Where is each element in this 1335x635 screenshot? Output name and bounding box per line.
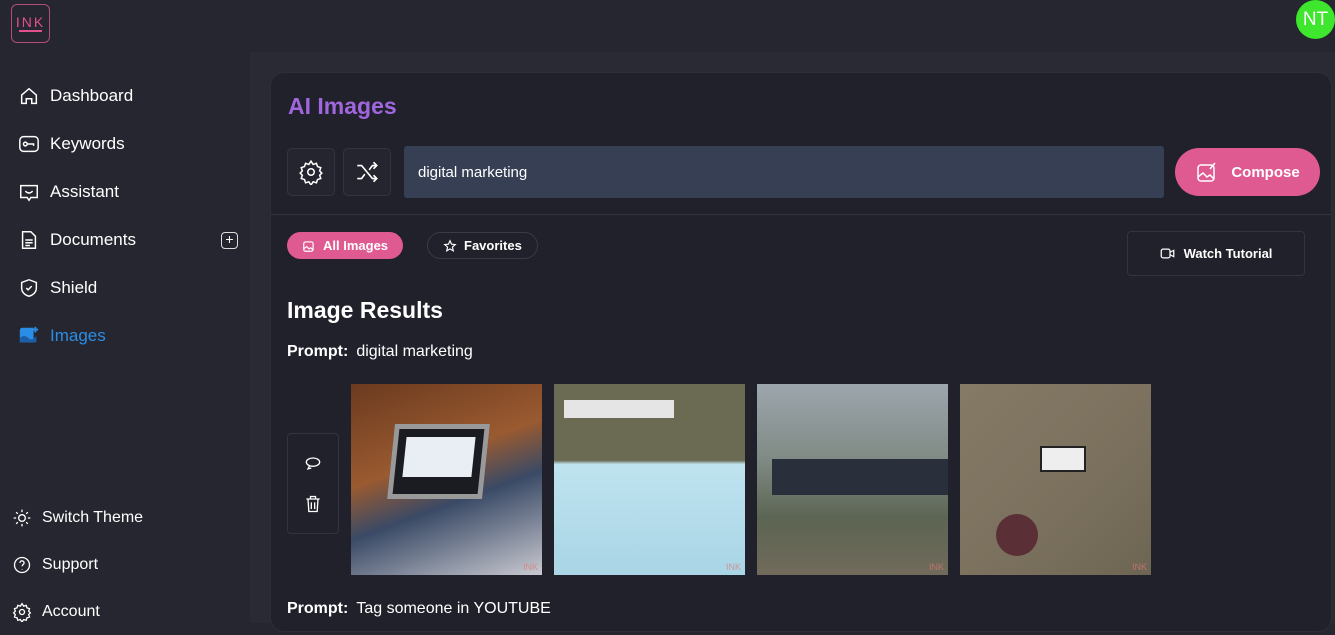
sidebar-item-documents[interactable]: Documents + bbox=[0, 216, 250, 264]
main-panel: AI Images Compose All Images Favorites W… bbox=[270, 72, 1332, 632]
switch-theme-label: Switch Theme bbox=[42, 508, 144, 526]
sidebar-item-label: Keywords bbox=[50, 134, 125, 153]
compose-button[interactable]: Compose bbox=[1175, 148, 1320, 196]
sidebar-item-shield[interactable]: Shield bbox=[0, 264, 250, 312]
switch-theme-button[interactable]: Switch Theme bbox=[0, 494, 250, 541]
watermark: INK bbox=[928, 562, 944, 572]
account-button[interactable]: Account bbox=[0, 588, 250, 635]
tutorial-label: Watch Tutorial bbox=[1183, 246, 1273, 261]
sidebar: Dashboard Keywords Assistant Documents + … bbox=[0, 72, 250, 360]
prompt-text: digital marketing bbox=[356, 343, 473, 360]
watermark: INK bbox=[1131, 562, 1147, 572]
settings-button[interactable] bbox=[287, 148, 335, 196]
prompt-input[interactable] bbox=[404, 146, 1164, 198]
account-label: Account bbox=[42, 602, 100, 620]
sidebar-item-keywords[interactable]: Keywords bbox=[0, 120, 250, 168]
chat-icon bbox=[20, 184, 38, 202]
prompt-label: Prompt: bbox=[287, 600, 349, 617]
generated-image[interactable]: INK bbox=[960, 384, 1151, 575]
sidebar-item-assistant[interactable]: Assistant bbox=[0, 168, 250, 216]
trash-icon[interactable] bbox=[303, 494, 323, 514]
watch-tutorial-button[interactable]: Watch Tutorial bbox=[1127, 231, 1305, 276]
divider bbox=[271, 214, 1331, 215]
tab-all-images[interactable]: All Images bbox=[287, 232, 404, 259]
support-button[interactable]: Support bbox=[0, 541, 250, 588]
compose-label: Compose bbox=[1231, 163, 1300, 181]
sidebar-item-label: Assistant bbox=[50, 182, 119, 201]
compose-icon bbox=[1197, 162, 1216, 182]
watermark: INK bbox=[522, 562, 538, 572]
sidebar-item-dashboard[interactable]: Dashboard bbox=[0, 72, 250, 120]
image-icon bbox=[303, 240, 314, 252]
home-icon bbox=[20, 87, 38, 105]
prompt-label: Prompt: bbox=[287, 343, 349, 360]
generated-image[interactable]: INK bbox=[351, 384, 542, 575]
key-icon bbox=[19, 135, 39, 153]
support-label: Support bbox=[42, 555, 99, 573]
gear-icon bbox=[12, 601, 32, 622]
sidebar-item-images[interactable]: Images bbox=[0, 312, 250, 360]
sidebar-item-label: Dashboard bbox=[50, 86, 134, 105]
document-icon bbox=[21, 231, 37, 249]
image-actions bbox=[287, 433, 339, 534]
video-icon bbox=[1160, 248, 1174, 259]
gear-icon bbox=[299, 159, 323, 185]
prompt-line: Prompt: Tag someone in YOUTUBE bbox=[287, 600, 551, 618]
page-title: AI Images bbox=[288, 93, 397, 119]
tab-favorites[interactable]: Favorites bbox=[427, 232, 538, 259]
sidebar-item-label: Shield bbox=[50, 278, 98, 297]
images-icon bbox=[19, 326, 39, 343]
prompt-text: Tag someone in YOUTUBE bbox=[356, 600, 551, 617]
results-heading: Image Results bbox=[287, 297, 443, 323]
prompt-line: Prompt: digital marketing bbox=[287, 343, 473, 361]
shuffle-button[interactable] bbox=[343, 148, 391, 196]
shuffle-icon bbox=[357, 161, 378, 183]
add-document-button[interactable]: + bbox=[221, 231, 238, 249]
sun-icon bbox=[13, 509, 31, 526]
sidebar-bottom: Switch Theme Support Account bbox=[0, 494, 250, 635]
star-icon bbox=[443, 238, 457, 252]
logo[interactable]: INK bbox=[11, 4, 50, 43]
watermark: INK bbox=[725, 562, 741, 572]
sidebar-item-label: Images bbox=[50, 326, 106, 345]
tab-label: All Images bbox=[323, 238, 389, 253]
avatar[interactable]: NT bbox=[1296, 0, 1335, 39]
shield-icon bbox=[20, 278, 38, 298]
generated-image[interactable]: INK bbox=[554, 384, 745, 575]
help-icon bbox=[13, 556, 31, 573]
regenerate-icon[interactable] bbox=[303, 453, 323, 473]
sidebar-item-label: Documents bbox=[50, 230, 136, 249]
generated-image[interactable]: INK bbox=[757, 384, 948, 575]
tab-label: Favorites bbox=[464, 238, 522, 253]
